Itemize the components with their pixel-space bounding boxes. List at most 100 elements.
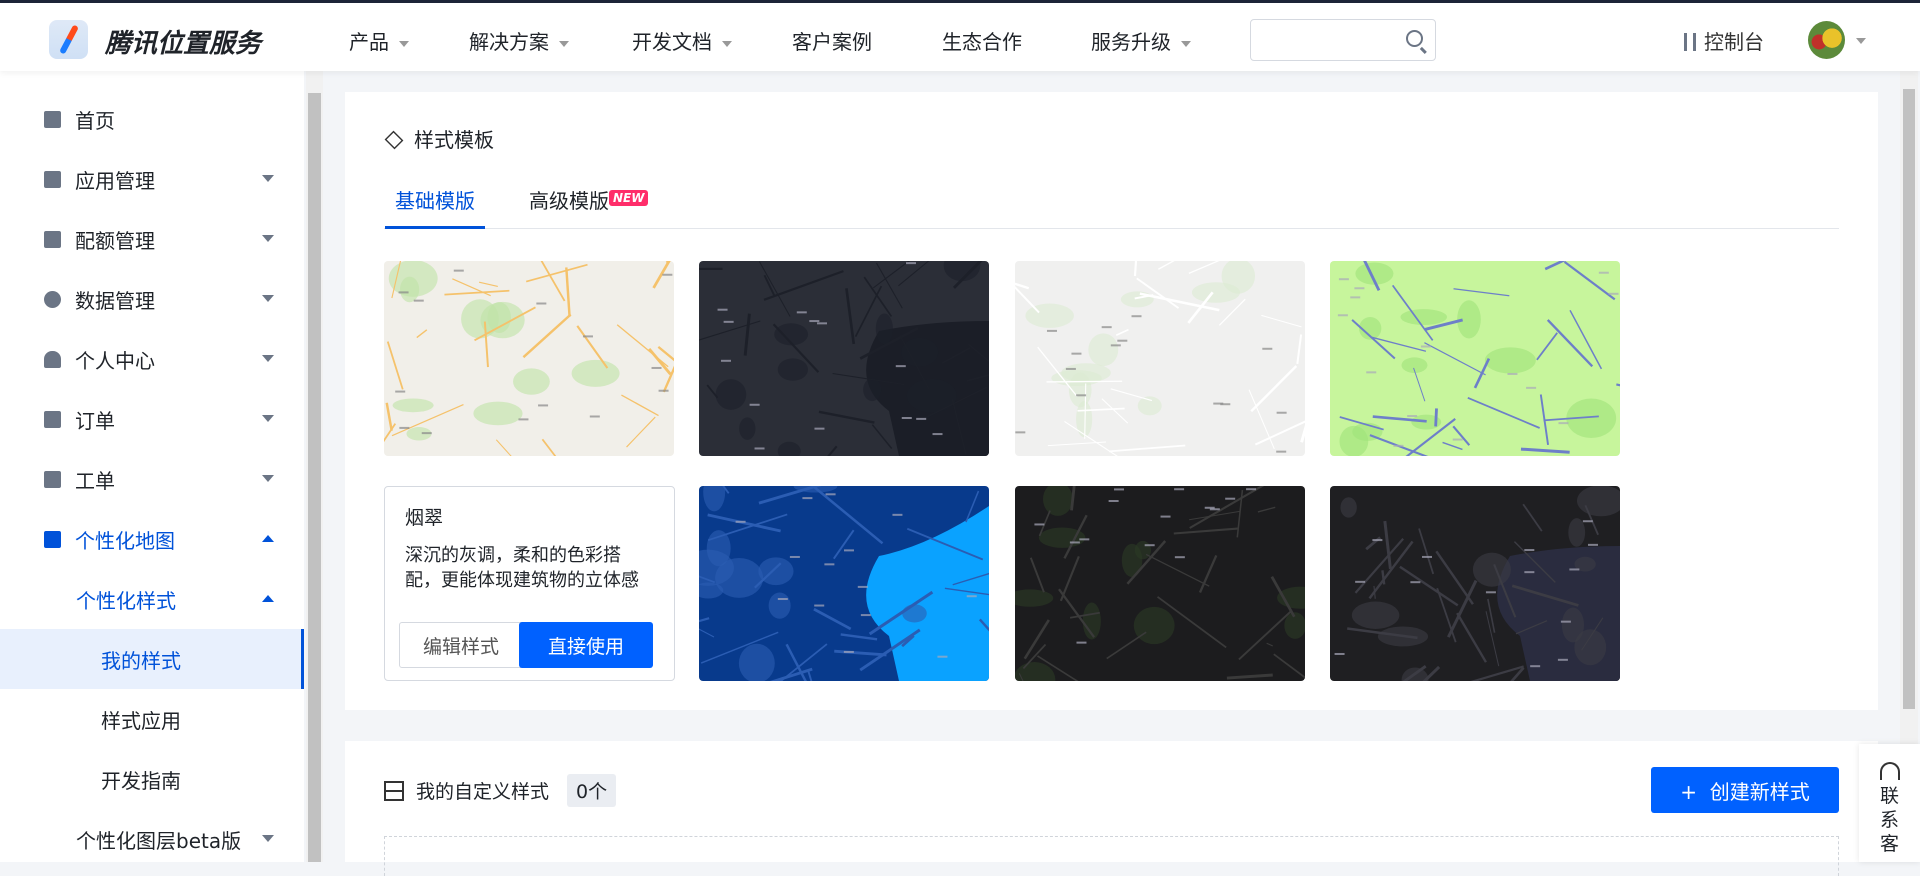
style-templates-panel: 样式模板 基础模版 高级模版 NEW 烟翠 深沉的灰调，柔和的色彩搭配，更能体现建… [345,92,1878,710]
use-style-button[interactable]: 直接使用 [519,622,653,668]
caret-down-icon [559,40,569,47]
sidebar-item-custom-style[interactable]: 个性化样式 [0,569,304,629]
create-style-button[interactable]: + 创建新样式 [1651,767,1839,813]
console-label: 控制台 [1704,30,1764,54]
sidebar-scrollbar[interactable] [306,71,323,862]
top-navbar: 腾讯位置服务 产品 解决方案 开发文档 客户案例 生态合作 服务升级 控制台 [0,0,1920,71]
grid-icon [44,170,61,188]
brand-name[interactable]: 腾讯位置服务 [105,23,261,60]
sidebar: 首页 应用管理 配额管理 数据管理 个人中心 订单 工单 个性化地图 个性化样式… [0,71,304,862]
sidebar-item-tickets[interactable]: 工单 [0,449,304,509]
map-preview [1015,261,1305,456]
create-label: 创建新样式 [1709,779,1810,804]
list-icon [384,780,404,801]
tab-advanced[interactable]: 高级模版 NEW [529,185,649,229]
sidebar-item-label: 首页 [75,108,115,133]
tab-label: 高级模版 [529,189,609,213]
search-icon[interactable] [1406,30,1423,47]
headset-icon [1879,762,1900,780]
template-thumbnail-midnight[interactable] [1330,486,1620,681]
chevron-down-icon [262,235,274,242]
template-thumbnail-lime[interactable] [1330,261,1620,456]
template-thumbnail-blue[interactable] [699,486,989,681]
nav-label: 开发文档 [632,30,712,54]
nav-label: 客户案例 [792,30,872,54]
nav-products[interactable]: 产品 [349,26,409,55]
caret-down-icon [1181,40,1191,47]
template-thumbnail-dark[interactable] [699,261,989,456]
template-hover-card[interactable]: 烟翠 深沉的灰调，柔和的色彩搭配，更能体现建筑物的立体感 编辑样式 直接使用 [384,486,675,681]
sidebar-item-orders[interactable]: 订单 [0,389,304,449]
nav-cases[interactable]: 客户案例 [792,26,872,55]
caret-down-icon[interactable] [1856,38,1866,44]
nav-docs[interactable]: 开发文档 [632,26,732,55]
map-preview [699,261,989,456]
sidebar-item-label: 应用管理 [75,168,155,193]
nav-label: 解决方案 [469,30,549,54]
empty-area [384,836,1839,876]
sidebar-item-label: 个性化图层beta版 [76,828,242,853]
new-badge: NEW [609,190,649,206]
sidebar-item-label: 开发指南 [101,768,181,793]
map-preview [1015,486,1305,681]
template-thumbnail-light-gray[interactable] [1015,261,1305,456]
sidebar-item-dev-guide[interactable]: 开发指南 [0,749,304,809]
sidebar-item-label: 数据管理 [75,288,155,313]
chevron-down-icon [262,475,274,482]
template-thumbnail-standard[interactable] [384,261,674,456]
chevron-up-icon [262,535,274,542]
nav-solutions[interactable]: 解决方案 [469,26,569,55]
sidebar-item-home[interactable]: 首页 [0,89,304,149]
sidebar-item-label: 个人中心 [75,348,155,373]
sidebar-item-label: 我的样式 [101,648,181,673]
sidebar-item-label: 个性化地图 [75,528,175,553]
chevron-down-icon [262,415,274,422]
sidebar-item-data[interactable]: 数据管理 [0,269,304,329]
logo-icon[interactable] [49,20,88,59]
nav-upgrade[interactable]: 服务升级 [1091,26,1191,55]
list-icon [44,110,61,128]
sidebar-item-custom-layer[interactable]: 个性化图层beta版 [0,809,304,869]
sidebar-item-profile[interactable]: 个人中心 [0,329,304,389]
sidebar-item-my-styles[interactable]: 我的样式 [0,629,304,689]
sidebar-item-quota[interactable]: 配额管理 [0,209,304,269]
map-preview [384,261,674,456]
chevron-down-icon [262,175,274,182]
sidebar-item-custom-map[interactable]: 个性化地图 [0,509,304,569]
template-tabs: 基础模版 高级模版 NEW [384,185,1839,229]
nav-label: 生态合作 [942,30,1022,54]
template-description: 深沉的灰调，柔和的色彩搭配，更能体现建筑物的立体感 [405,545,639,591]
nav-ecosystem[interactable]: 生态合作 [942,26,1022,55]
sidebar-item-apps[interactable]: 应用管理 [0,149,304,209]
nav-label: 产品 [349,30,389,54]
clipboard-icon [44,410,61,428]
avatar[interactable] [1808,21,1845,59]
sliders-icon [1684,33,1698,51]
layers-icon [384,130,404,150]
edit-style-button[interactable]: 编辑样式 [399,622,523,668]
chat-icon [44,470,61,488]
section-title-text: 样式模板 [414,128,494,152]
caret-down-icon [399,40,409,47]
plus-icon: + [1680,779,1698,804]
map-icon [44,530,61,548]
chevron-down-icon [262,295,274,302]
count-badge: 0个 [567,774,617,807]
section-title: 样式模板 [384,124,494,153]
sidebar-item-label: 个性化样式 [76,588,176,613]
database-icon [44,290,61,308]
contact-label: 联系客 [1879,785,1899,855]
contact-support-button[interactable]: 联系客 [1859,744,1920,862]
chevron-up-icon [262,595,274,602]
map-preview [1330,261,1620,456]
scrollbar-thumb[interactable] [1903,89,1915,709]
sidebar-item-style-apply[interactable]: 样式应用 [0,689,304,749]
template-thumbnail-night[interactable] [1015,486,1305,681]
map-preview [1330,486,1620,681]
tab-basic[interactable]: 基础模版 [385,185,485,229]
scrollbar-thumb[interactable] [308,93,321,862]
section-title: 我的自定义样式 0个 [384,774,617,807]
search-input[interactable] [1250,19,1436,61]
caret-down-icon [722,40,732,47]
console-link[interactable]: 控制台 [1684,26,1764,55]
